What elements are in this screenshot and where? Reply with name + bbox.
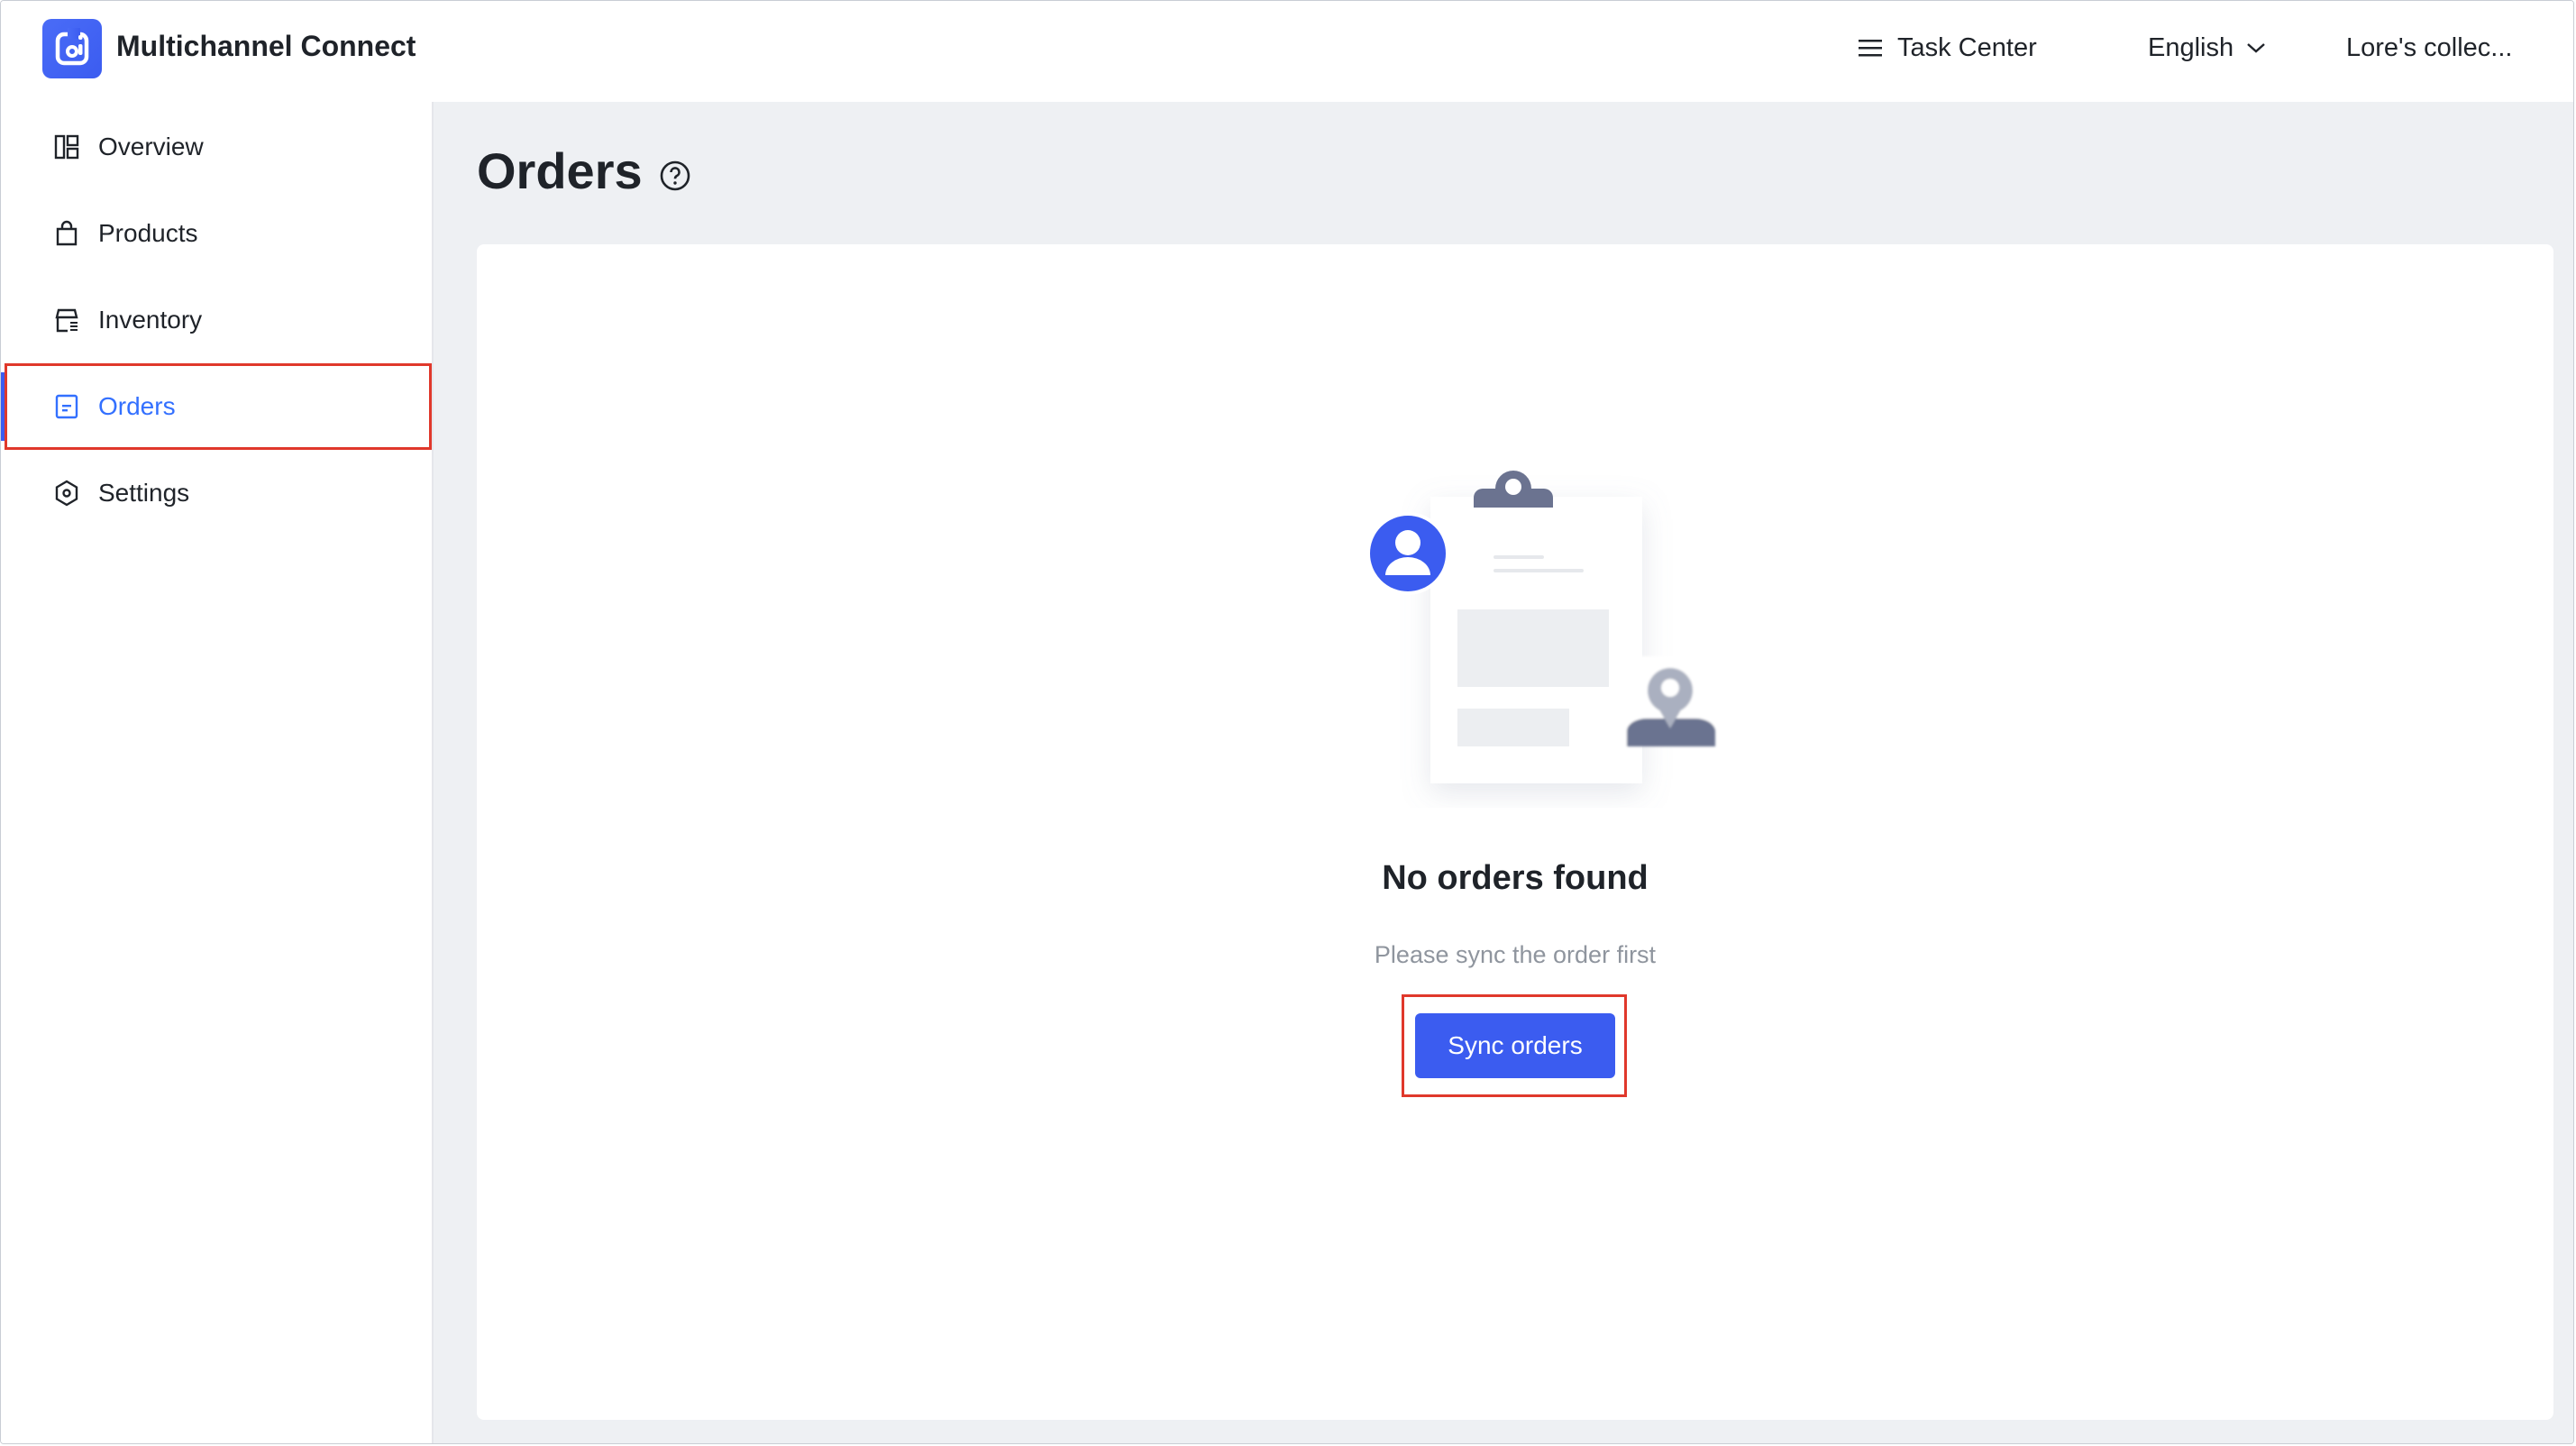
page-title: Orders bbox=[477, 142, 643, 199]
task-center-button[interactable]: Task Center bbox=[1858, 23, 2037, 73]
language-dropdown[interactable]: English bbox=[2148, 23, 2266, 73]
task-center-label: Task Center bbox=[1897, 32, 2037, 62]
overview-icon bbox=[54, 134, 79, 160]
store-icon bbox=[55, 308, 78, 333]
sidebar-item-label: Orders bbox=[98, 392, 176, 420]
account-menu[interactable]: Lore's collec... bbox=[2346, 23, 2512, 73]
sidebar-item-inventory[interactable]: Inventory bbox=[5, 277, 432, 363]
sidebar-item-label: Settings bbox=[98, 479, 190, 507]
empty-state-subtitle: Please sync the order first bbox=[1374, 941, 1657, 968]
chevron-down-icon bbox=[2247, 43, 2265, 53]
help-icon[interactable] bbox=[659, 160, 691, 192]
sidebar-item-products[interactable]: Products bbox=[5, 190, 432, 277]
sync-orders-button[interactable]: Sync orders bbox=[1415, 1013, 1615, 1078]
sidebar-item-label: Inventory bbox=[98, 306, 203, 334]
language-label: English bbox=[2148, 32, 2234, 62]
sidebar: Overview Products Inventory Orders Setti… bbox=[1, 102, 434, 1443]
menu-lines-icon bbox=[1859, 40, 1882, 57]
shopping-bag-icon bbox=[56, 220, 78, 246]
sidebar-item-label: Overview bbox=[98, 133, 204, 160]
app-window: Multichannel Connect Task Center English… bbox=[0, 0, 2574, 1444]
settings-icon bbox=[55, 480, 78, 507]
main-content: Orders No orders found Please sync the o… bbox=[434, 102, 2573, 1443]
app-title: Multichannel Connect bbox=[116, 30, 416, 62]
sidebar-item-label: Products bbox=[98, 219, 198, 247]
sidebar-item-orders[interactable]: Orders bbox=[1, 363, 432, 450]
top-header: Multichannel Connect Task Center English… bbox=[1, 1, 2573, 103]
empty-state-title: No orders found bbox=[1382, 859, 1649, 897]
empty-orders-illustration bbox=[1366, 471, 1715, 783]
sidebar-item-overview[interactable]: Overview bbox=[5, 104, 432, 190]
sync-orders-highlight: Sync orders bbox=[1402, 994, 1627, 1097]
sidebar-item-settings[interactable]: Settings bbox=[5, 450, 432, 536]
orders-card: No orders found Please sync the order fi… bbox=[477, 244, 2553, 1420]
orders-icon bbox=[55, 394, 78, 419]
app-logo-icon[interactable] bbox=[42, 19, 102, 78]
